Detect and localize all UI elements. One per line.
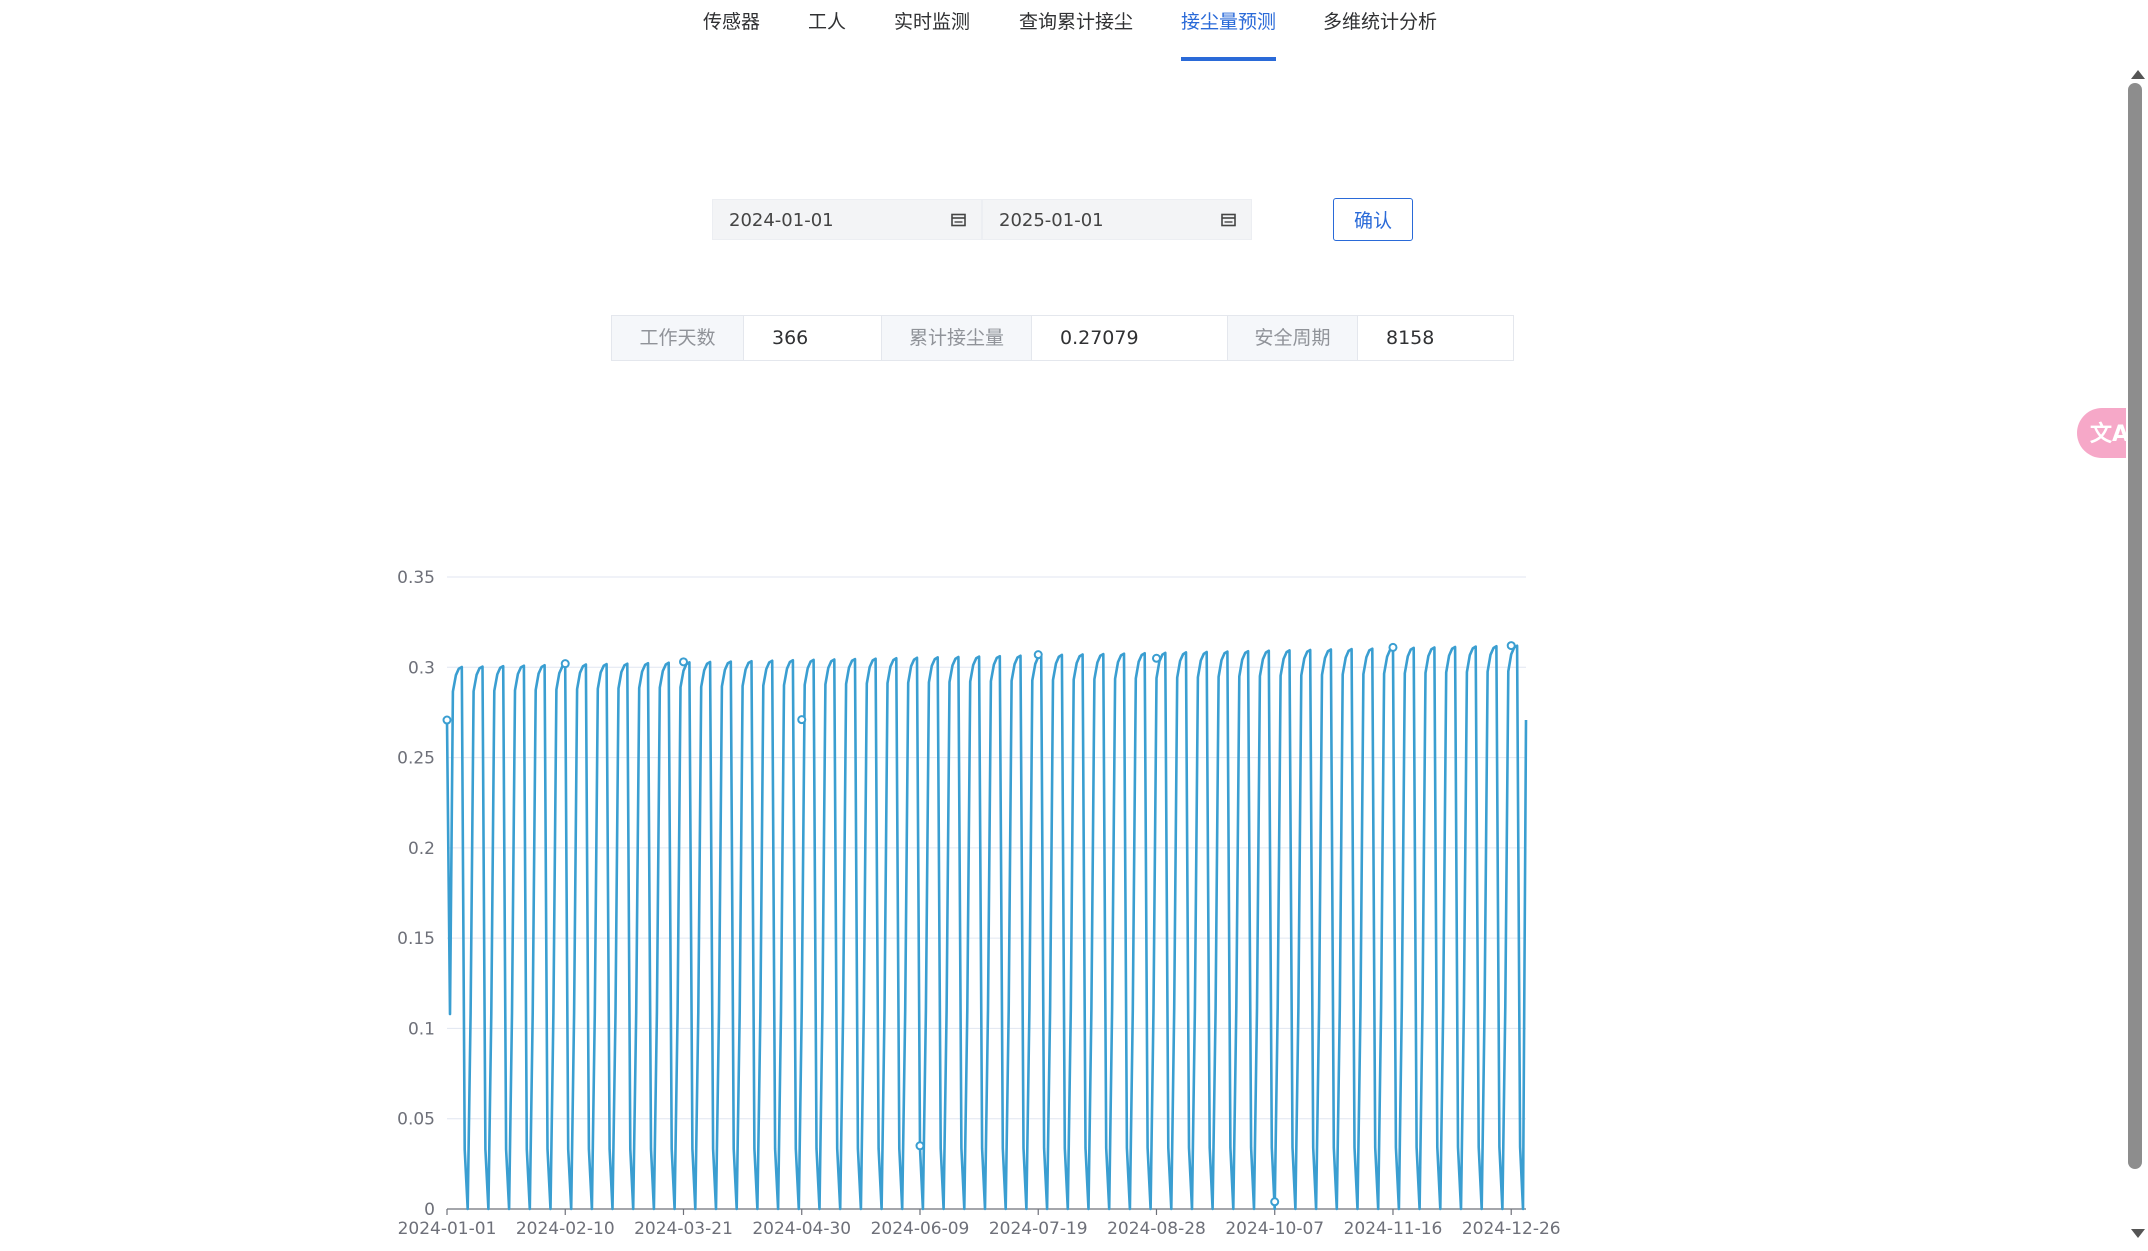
x-tick-label: 2024-08-28 (1107, 1219, 1206, 1239)
dust-forecast-chart[interactable]: 0 0.05 0.1 0.15 0.2 0.25 0.3 0.35 2024-01-01 2024… (380, 555, 1580, 1251)
y-tick-label: 0.3 (408, 658, 435, 678)
series-line (445, 644, 1528, 1211)
y-tick-label: 0.2 (408, 839, 435, 859)
series-marker (442, 715, 452, 725)
cumulative-dust-value: 0.27079 (1032, 316, 1228, 360)
confirm-button[interactable]: 确认 (1333, 198, 1413, 241)
chart-canvas: 0 0.05 0.1 0.15 0.2 0.25 0.3 0.35 2024-01-01 2024… (397, 568, 1561, 1239)
tab-workers[interactable]: 工人 (808, 0, 846, 62)
y-tick-label: 0.1 (408, 1019, 435, 1039)
y-tick-label: 0.15 (397, 929, 435, 949)
x-tick-label: 2024-10-07 (1225, 1219, 1324, 1239)
calendar-icon (951, 213, 966, 227)
series-marker (1151, 653, 1161, 663)
stats-table: 工作天数 366 累计接尘量 0.27079 安全周期 8158 (611, 315, 1514, 361)
x-tick-label: 2024-04-30 (752, 1219, 851, 1239)
translate-icon: 文A (2090, 422, 2130, 447)
x-tick-label: 2024-01-01 (398, 1219, 497, 1239)
tab-dust-exposure-forecast[interactable]: 接尘量预测 (1181, 0, 1276, 62)
series-marker (1506, 641, 1516, 651)
tab-cumulative-dust-query[interactable]: 查询累计接尘 (1019, 0, 1133, 62)
start-date-picker[interactable]: 2024-01-01 (712, 199, 982, 240)
scroll-up-arrow-icon[interactable] (2131, 70, 2145, 79)
active-tab-indicator (1181, 57, 1276, 61)
tab-multidimensional-analysis[interactable]: 多维统计分析 (1323, 0, 1437, 62)
safety-period-label: 安全周期 (1228, 316, 1358, 360)
series-marker (797, 715, 807, 725)
y-tick-label: 0.05 (397, 1110, 435, 1130)
calendar-icon (1221, 213, 1236, 227)
page: 传感器 工人 实时监测 查询累计接尘 接尘量预测 多维统计分析 2024-01-… (0, 0, 2148, 1251)
series-marker (678, 657, 688, 667)
y-tick-label: 0.35 (397, 568, 435, 588)
scroll-down-arrow-icon[interactable] (2131, 1229, 2145, 1238)
x-tick-label: 2024-02-10 (516, 1219, 615, 1239)
series-marker (1270, 1197, 1280, 1207)
series-marker (1388, 642, 1398, 652)
work-days-value: 366 (744, 316, 882, 360)
x-tick-label: 2024-03-21 (634, 1219, 733, 1239)
end-date-value: 2025-01-01 (999, 210, 1104, 231)
x-tick-label: 2024-06-09 (871, 1219, 970, 1239)
x-tick-label: 2024-07-19 (989, 1219, 1088, 1239)
top-nav: 传感器 工人 实时监测 查询累计接尘 接尘量预测 多维统计分析 (0, 0, 2148, 64)
series-marker (915, 1141, 925, 1151)
y-tick-label: 0.25 (397, 749, 435, 769)
series-marker (560, 659, 570, 669)
start-date-value: 2024-01-01 (729, 210, 834, 231)
x-tick-label: 2024-11-16 (1344, 1219, 1443, 1239)
series-marker (1033, 650, 1043, 660)
x-tick-label: 2024-12-26 (1462, 1219, 1561, 1239)
scrollbar-thumb[interactable] (2128, 83, 2142, 1169)
y-tick-label: 0 (424, 1200, 435, 1220)
tab-sensors[interactable]: 传感器 (703, 0, 760, 62)
safety-period-value: 8158 (1358, 316, 1513, 360)
tab-realtime-monitoring[interactable]: 实时监测 (894, 0, 970, 62)
cumulative-dust-label: 累计接尘量 (882, 316, 1032, 360)
end-date-picker[interactable]: 2025-01-01 (982, 199, 1252, 240)
work-days-label: 工作天数 (612, 316, 744, 360)
